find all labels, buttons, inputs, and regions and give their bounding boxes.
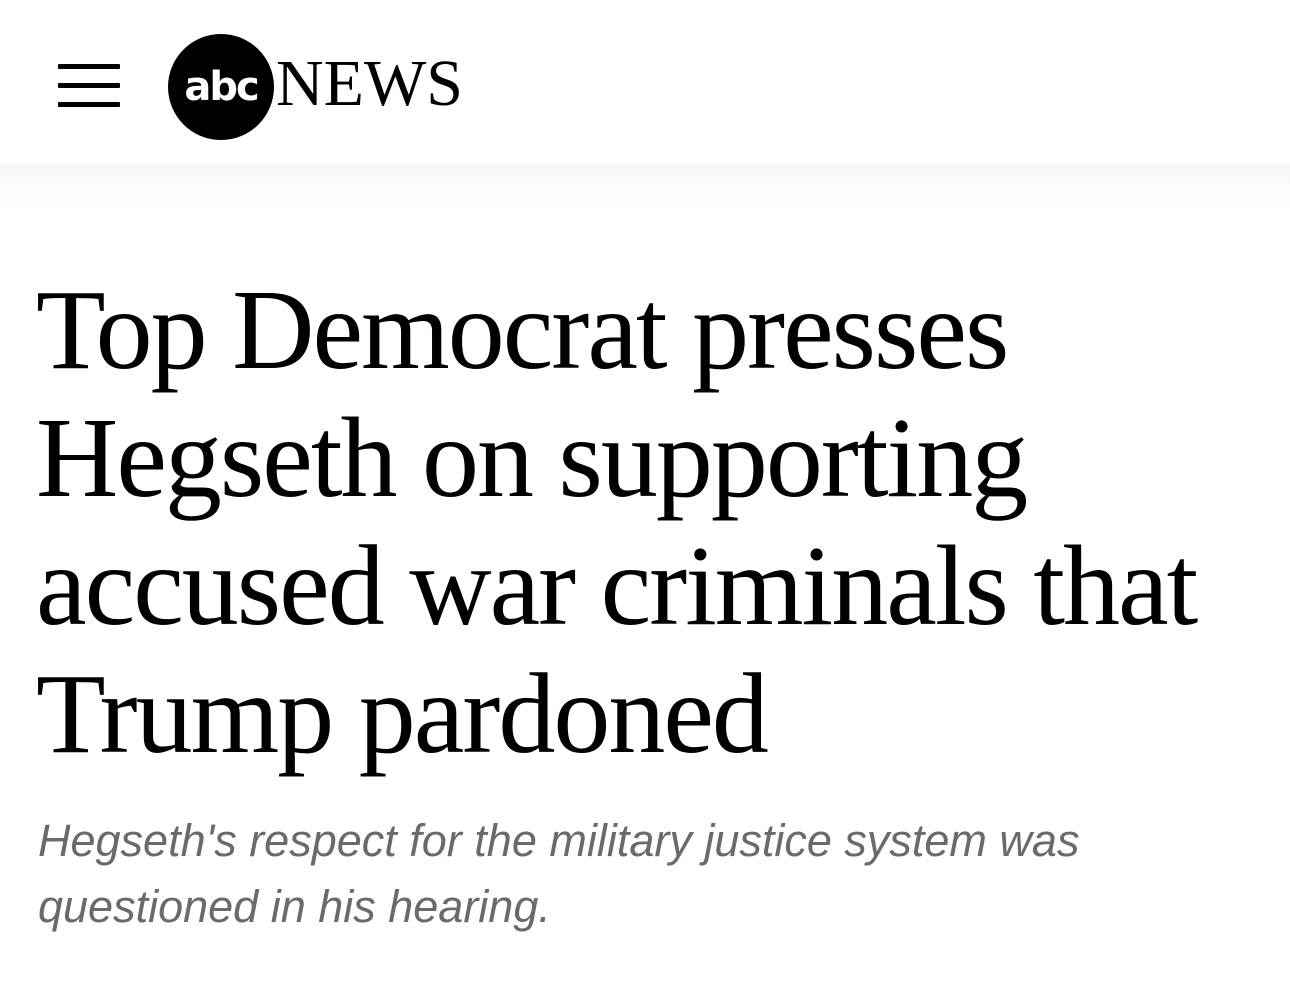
hamburger-menu-icon[interactable] [58,64,120,110]
menu-bar [58,102,120,107]
article-subheadline: Hegseth's respect for the military justi… [38,815,1080,932]
menu-bar [58,83,120,88]
menu-bar [58,64,120,69]
logo-mark-text: abc [184,64,259,110]
article-headline: Top Democrat presses Hegseth on supporti… [36,266,1198,777]
header-shadow [0,165,1290,205]
site-header: abc NEWS [0,0,1290,165]
logo-wordmark: NEWS [276,47,463,120]
abc-news-logo[interactable]: abc NEWS [168,34,498,140]
